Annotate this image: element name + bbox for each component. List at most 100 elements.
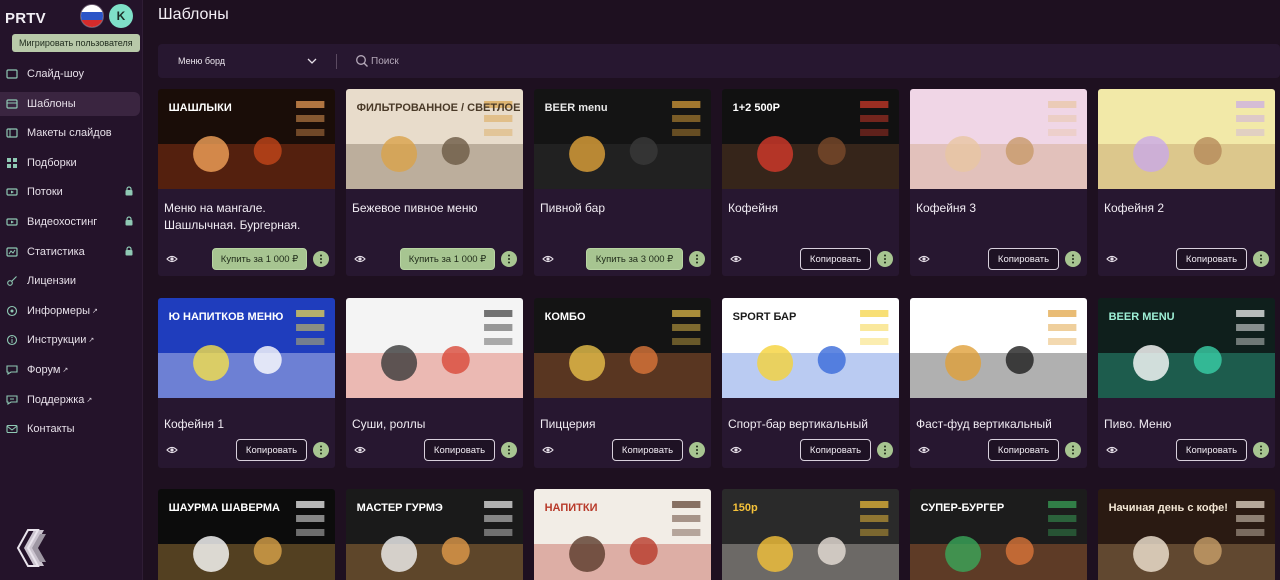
copy-template-button[interactable]: Копировать <box>612 439 683 461</box>
template-card[interactable]: Кофейня 3 Копировать <box>910 89 1087 276</box>
more-options-button[interactable] <box>877 251 893 267</box>
sidebar-item-11[interactable]: Форум ↗ <box>0 358 140 382</box>
template-thumbnail-image[interactable]: 150р <box>722 489 899 580</box>
template-card[interactable]: SPORT БАР Спорт-бар вертикальный Копироват… <box>722 298 899 468</box>
template-thumbnail-image[interactable] <box>1098 89 1275 189</box>
buy-template-button[interactable]: Купить за 1 000 ₽ <box>212 248 307 270</box>
preview-eye-icon[interactable] <box>166 445 178 455</box>
template-card[interactable]: СУПЕР-БУРГЕР <box>910 489 1087 580</box>
template-card[interactable]: ШАУРМА ШАВЕРМА <box>158 489 335 580</box>
template-card[interactable]: Фаст-фуд вертикальный Копировать <box>910 298 1087 468</box>
sidebar-item-2[interactable]: Шаблоны <box>0 91 140 116</box>
more-options-button[interactable] <box>501 251 517 267</box>
sidebar-item-12[interactable]: Поддержка ↗ <box>0 388 140 412</box>
template-card[interactable]: МАСТЕР ГУРМЭ <box>346 489 523 580</box>
template-thumbnail-image[interactable]: ШАУРМА ШАВЕРМА <box>158 489 335 580</box>
template-thumbnail[interactable]: Начиная день с кофе! <box>1098 489 1275 580</box>
template-thumbnail-image[interactable]: 1+2 500Р <box>722 89 899 189</box>
preview-eye-icon[interactable] <box>354 254 366 264</box>
buy-template-button[interactable]: Купить за 3 000 ₽ <box>586 248 683 270</box>
template-card[interactable]: КОМБО Пиццерия Копировать <box>534 298 711 468</box>
template-thumbnail[interactable]: BEER MENU <box>1098 298 1275 398</box>
sidebar-item-8[interactable]: Лицензии <box>0 269 140 293</box>
template-thumbnail-image[interactable]: НАПИТКИ <box>534 489 711 580</box>
more-options-button[interactable] <box>1253 251 1269 267</box>
template-thumbnail-image[interactable]: СУПЕР-БУРГЕР <box>910 489 1087 580</box>
template-thumbnail[interactable]: SPORT БАР <box>722 298 899 398</box>
chevron-down-icon[interactable] <box>307 56 317 66</box>
template-thumbnail-image[interactable]: BEER menu <box>534 89 711 189</box>
template-thumbnail-image[interactable] <box>910 298 1087 398</box>
template-card[interactable]: 150р <box>722 489 899 580</box>
copy-template-button[interactable]: Копировать <box>988 439 1059 461</box>
migrate-user-button[interactable]: Мигрировать пользователя <box>12 34 140 52</box>
preview-eye-icon[interactable] <box>730 254 742 264</box>
preview-eye-icon[interactable] <box>1106 445 1118 455</box>
sidebar-item-13[interactable]: Контакты <box>0 417 140 441</box>
template-card[interactable]: Ю НАПИТКОВ МЕНЮ Кофейня 1 Копировать <box>158 298 335 468</box>
template-thumbnail[interactable]: 150р <box>722 489 899 580</box>
sidebar-item-9[interactable]: Информеры ↗ <box>0 299 140 323</box>
more-options-button[interactable] <box>689 442 705 458</box>
template-card[interactable]: BEER menu Пивной бар Купить за 3 000 ₽ <box>534 89 711 276</box>
more-options-button[interactable] <box>313 442 329 458</box>
template-thumbnail[interactable] <box>1098 89 1275 189</box>
template-card[interactable]: НАПИТКИ <box>534 489 711 580</box>
more-options-button[interactable] <box>1253 442 1269 458</box>
template-thumbnail-image[interactable]: МАСТЕР ГУРМЭ <box>346 489 523 580</box>
template-card[interactable]: ШАШЛЫКИ Меню на мангале. Шашлычная. Бурге… <box>158 89 335 276</box>
preview-eye-icon[interactable] <box>730 445 742 455</box>
preview-eye-icon[interactable] <box>354 445 366 455</box>
template-thumbnail-image[interactable]: Начиная день с кофе! <box>1098 489 1275 580</box>
template-thumbnail-image[interactable]: BEER MENU <box>1098 298 1275 398</box>
template-thumbnail-image[interactable]: SPORT БАР <box>722 298 899 398</box>
template-thumbnail[interactable]: ШАШЛЫКИ <box>158 89 335 189</box>
template-thumbnail[interactable]: ШАУРМА ШАВЕРМА <box>158 489 335 580</box>
category-select[interactable]: Меню борд <box>178 44 225 78</box>
preview-eye-icon[interactable] <box>166 254 178 264</box>
template-thumbnail-image[interactable] <box>346 298 523 398</box>
copy-template-button[interactable]: Копировать <box>1176 248 1247 270</box>
preview-eye-icon[interactable] <box>918 445 930 455</box>
copy-template-button[interactable]: Копировать <box>800 248 871 270</box>
brand-logo-text[interactable]: PRTV <box>5 10 46 27</box>
template-thumbnail[interactable] <box>910 298 1087 398</box>
sidebar-item-6[interactable]: Видеохостинг <box>0 210 140 234</box>
sidebar-item-10[interactable]: Инструкции ↗ <box>0 328 140 352</box>
sidebar-item-4[interactable]: Подборки <box>0 151 140 175</box>
template-card[interactable]: BEER MENU Пиво. Меню Копировать <box>1098 298 1275 468</box>
copy-template-button[interactable]: Копировать <box>988 248 1059 270</box>
template-thumbnail-image[interactable] <box>910 89 1087 189</box>
template-thumbnail-image[interactable]: КОМБО <box>534 298 711 398</box>
template-thumbnail[interactable]: ФИЛЬТРОВАННОЕ / СВЕТЛОЕ <box>346 89 523 189</box>
sidebar-item-5[interactable]: Потоки <box>0 180 140 204</box>
sidebar-item-3[interactable]: Макеты слайдов <box>0 121 140 145</box>
template-thumbnail[interactable]: КОМБО <box>534 298 711 398</box>
copy-template-button[interactable]: Копировать <box>424 439 495 461</box>
template-card[interactable]: Кофейня 2 Копировать <box>1098 89 1275 276</box>
template-thumbnail-image[interactable]: ШАШЛЫКИ <box>158 89 335 189</box>
template-thumbnail-image[interactable]: ФИЛЬТРОВАННОЕ / СВЕТЛОЕ <box>346 89 523 189</box>
template-thumbnail[interactable]: Ю НАПИТКОВ МЕНЮ <box>158 298 335 398</box>
template-thumbnail[interactable]: 1+2 500Р <box>722 89 899 189</box>
copy-template-button[interactable]: Копировать <box>236 439 307 461</box>
template-thumbnail[interactable] <box>910 89 1087 189</box>
more-options-button[interactable] <box>1065 251 1081 267</box>
preview-eye-icon[interactable] <box>542 445 554 455</box>
avatar[interactable]: K <box>109 4 133 28</box>
sidebar-item-1[interactable]: Слайд-шоу <box>0 62 140 86</box>
template-card[interactable]: 1+2 500Р Кофейня Копировать <box>722 89 899 276</box>
template-thumbnail[interactable]: МАСТЕР ГУРМЭ <box>346 489 523 580</box>
template-thumbnail[interactable] <box>346 298 523 398</box>
more-options-button[interactable] <box>313 251 329 267</box>
copy-template-button[interactable]: Копировать <box>800 439 871 461</box>
search-input[interactable] <box>371 52 571 70</box>
more-options-button[interactable] <box>1065 442 1081 458</box>
template-thumbnail[interactable]: BEER menu <box>534 89 711 189</box>
more-options-button[interactable] <box>689 251 705 267</box>
template-card[interactable]: ФИЛЬТРОВАННОЕ / СВЕТЛОЕ Бежевое пивное ме… <box>346 89 523 276</box>
more-options-button[interactable] <box>501 442 517 458</box>
template-thumbnail[interactable]: НАПИТКИ <box>534 489 711 580</box>
preview-eye-icon[interactable] <box>542 254 554 264</box>
language-flag-icon[interactable] <box>80 4 104 28</box>
